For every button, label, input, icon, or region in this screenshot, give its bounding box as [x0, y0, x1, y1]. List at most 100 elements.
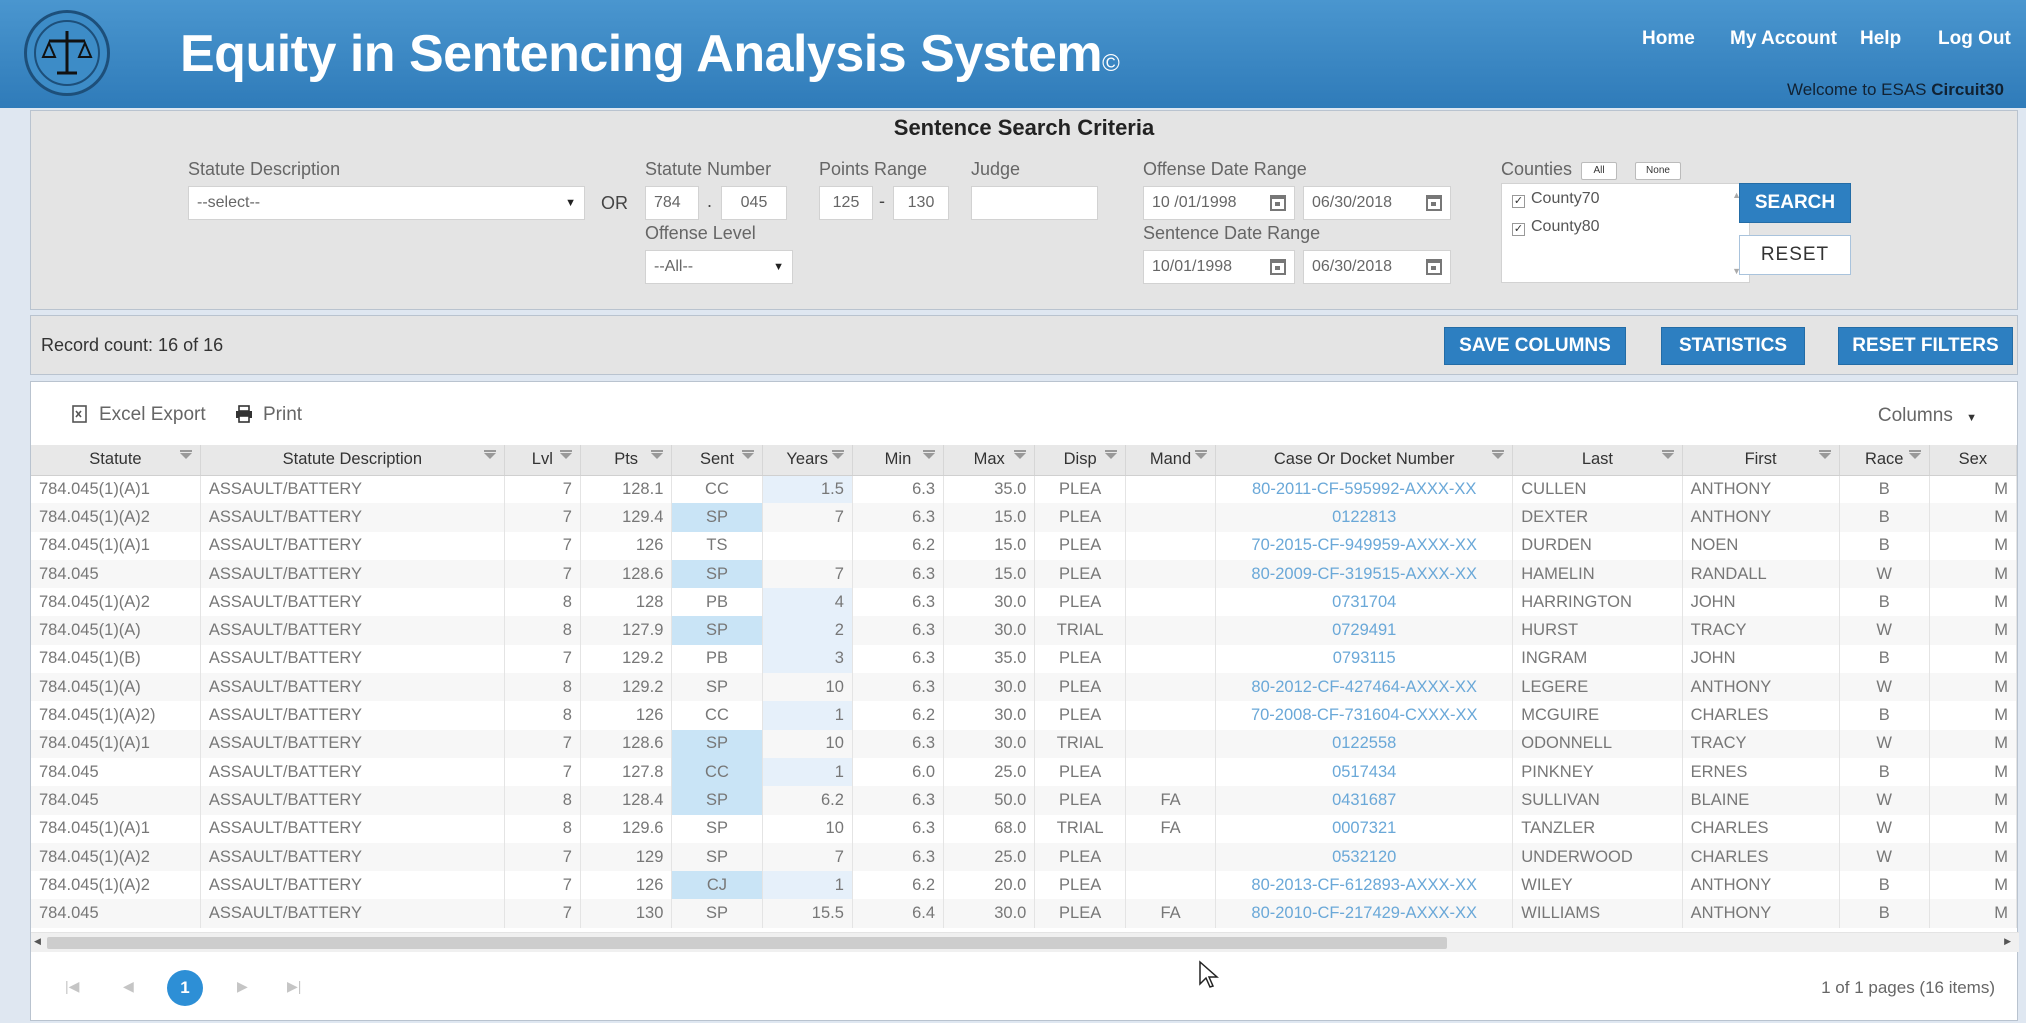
nav-my-account-link[interactable]: My Account [1730, 28, 1837, 50]
offense-date-to-input[interactable]: 06/30/2018 [1303, 186, 1451, 220]
cell-case-docket-number[interactable]: 0122813 [1215, 503, 1514, 532]
statistics-button[interactable]: STATISTICS [1661, 327, 1805, 365]
nav-log-out-link[interactable]: Log Out [1938, 28, 2011, 50]
statute-description-select[interactable]: --select-- ▼ [188, 186, 585, 220]
counties-all-button[interactable]: All [1581, 162, 1617, 180]
scroll-left-icon[interactable]: ◀ [34, 936, 41, 947]
table-row[interactable]: 784.045(1)(A)1 ASSAULT/BATTERY 8 129.6 SP 10 6… [31, 814, 2018, 843]
filter-icon[interactable] [651, 450, 664, 459]
filter-icon[interactable] [1195, 450, 1208, 459]
filter-icon[interactable] [1908, 450, 1921, 459]
counties-list[interactable]: ✓ County70 ✓ County80 ▲ ▼ [1501, 183, 1750, 283]
cell-case-docket-number[interactable]: 80-2010-CF-217429-AXXX-XX [1215, 899, 1514, 928]
cell-case-docket-number[interactable]: 0517434 [1215, 757, 1514, 787]
first-page-icon[interactable]: |◀ [65, 978, 79, 995]
column-header-first-name[interactable]: First [1682, 445, 1840, 476]
filter-icon[interactable] [1104, 450, 1117, 459]
column-header-pts[interactable]: Pts [580, 445, 673, 476]
table-row[interactable]: 784.045(1)(A)1 ASSAULT/BATTERY 7 128.6 SP 10 6… [31, 729, 2018, 758]
page-number-current[interactable]: 1 [167, 970, 203, 1006]
prev-page-icon[interactable]: ◀ [123, 978, 134, 995]
statute-number-section-input[interactable]: 045 [721, 186, 787, 220]
calendar-icon[interactable] [1270, 259, 1286, 275]
reset-filters-button[interactable]: RESET FILTERS [1838, 327, 2013, 365]
column-header-max[interactable]: Max [943, 445, 1036, 476]
offense-date-from-input[interactable]: 10 /01/1998 [1143, 186, 1295, 220]
column-header-years[interactable]: Years [762, 445, 853, 476]
county-option[interactable]: ✓ County70 [1512, 190, 1600, 208]
table-row[interactable]: 784.045(1)(A)2 ASSAULT/BATTERY 8 128 PB 4 6.3 3… [31, 588, 2018, 617]
table-row[interactable]: 784.045(1)(A)1 ASSAULT/BATTERY 7 128.1 CC 1.5… [31, 475, 2018, 504]
table-row[interactable]: 784.045 ASSAULT/BATTERY 8 128.4 SP 6.2 6.3 50.0… [31, 786, 2018, 815]
judge-input[interactable] [971, 186, 1098, 220]
cell-case-docket-number[interactable]: 80-2009-CF-319515-AXXX-XX [1215, 559, 1514, 589]
cell-case-docket-number[interactable]: 0431687 [1215, 786, 1514, 815]
nav-help-link[interactable]: Help [1860, 28, 1901, 50]
nav-home-link[interactable]: Home [1642, 28, 1695, 50]
calendar-icon[interactable] [1426, 195, 1442, 211]
filter-icon[interactable] [483, 450, 496, 459]
cell-case-docket-number[interactable]: 80-2012-CF-427464-AXXX-XX [1215, 673, 1514, 702]
column-header-sex[interactable]: Sex [1929, 445, 2018, 476]
checkbox-checked-icon[interactable]: ✓ [1512, 223, 1525, 236]
sentence-date-from-input[interactable]: 10/01/1998 [1143, 250, 1295, 284]
filter-icon[interactable] [831, 450, 844, 459]
filter-icon[interactable] [1492, 450, 1505, 459]
points-to-input[interactable]: 130 [893, 186, 949, 220]
table-row[interactable]: 784.045(1)(A)2 ASSAULT/BATTERY 7 129.4 SP 7 6.… [31, 503, 2018, 532]
table-row[interactable]: 784.045(1)(A) ASSAULT/BATTERY 8 127.9 SP 2 6.3… [31, 616, 2018, 645]
table-row[interactable]: 784.045(1)(A) ASSAULT/BATTERY 8 129.2 SP 10 6.… [31, 673, 2018, 702]
column-header-statute-description[interactable]: Statute Description [200, 445, 505, 476]
cell-case-docket-number[interactable]: 0729491 [1215, 616, 1514, 645]
county-option[interactable]: ✓ County80 [1512, 218, 1600, 236]
filter-icon[interactable] [179, 450, 192, 459]
filter-icon[interactable] [923, 450, 936, 459]
save-columns-button[interactable]: SAVE COLUMNS [1444, 327, 1626, 365]
column-header-min[interactable]: Min [852, 445, 945, 476]
column-header-disp[interactable]: Disp [1034, 445, 1126, 476]
reset-button[interactable]: RESET [1739, 235, 1851, 275]
search-button[interactable]: SEARCH [1739, 183, 1851, 223]
filter-icon[interactable] [1014, 450, 1027, 459]
column-header-sent[interactable]: Sent [671, 445, 763, 476]
cell-case-docket-number[interactable]: 70-2015-CF-949959-AXXX-XX [1215, 531, 1514, 560]
cell-case-docket-number[interactable]: 70-2008-CF-731604-CXXX-XX [1215, 701, 1514, 730]
table-row[interactable]: 784.045 ASSAULT/BATTERY 7 130 SP 15.5 6.4 30.0 P… [31, 899, 2018, 928]
columns-menu-button[interactable]: Columns ▼ [1878, 405, 1977, 427]
table-row[interactable]: 784.045 ASSAULT/BATTERY 7 128.6 SP 7 6.3 15.0 PL… [31, 559, 2018, 589]
table-row[interactable]: 784.045(1)(A)2 ASSAULT/BATTERY 7 129 SP 7 6.3 2… [31, 842, 2018, 872]
column-header-mand[interactable]: Mand [1125, 445, 1217, 476]
column-header-last-name[interactable]: Last [1512, 445, 1683, 476]
last-page-icon[interactable]: ▶| [287, 978, 301, 995]
next-page-icon[interactable]: ▶ [237, 978, 248, 995]
filter-icon[interactable] [1661, 450, 1674, 459]
statute-number-chapter-input[interactable]: 784 [645, 186, 699, 220]
cell-case-docket-number[interactable]: 0532120 [1215, 842, 1514, 872]
offense-level-select[interactable]: --All-- ▼ [645, 250, 793, 284]
horizontal-scrollbar[interactable]: ◀ ▶ [31, 932, 2019, 952]
column-header-statute[interactable]: Statute [31, 445, 201, 476]
calendar-icon[interactable] [1426, 259, 1442, 275]
column-header-case-docket-number[interactable]: Case Or Docket Number [1215, 445, 1514, 476]
cell-case-docket-number[interactable]: 0007321 [1215, 814, 1514, 843]
column-header-race[interactable]: Race [1839, 445, 1930, 476]
column-header-lvl[interactable]: Lvl [504, 445, 581, 476]
filter-icon[interactable] [741, 450, 754, 459]
scroll-right-icon[interactable]: ▶ [2004, 936, 2011, 947]
cell-case-docket-number[interactable]: 0731704 [1215, 588, 1514, 617]
points-from-input[interactable]: 125 [819, 186, 873, 220]
table-row[interactable]: 784.045(1)(B) ASSAULT/BATTERY 7 129.2 PB 3 6.3… [31, 644, 2018, 674]
counties-none-button[interactable]: None [1635, 162, 1681, 180]
excel-export-button[interactable]: Excel Export [71, 404, 206, 426]
cell-case-docket-number[interactable]: 0122558 [1215, 729, 1514, 758]
table-row[interactable]: 784.045(1)(A)2 ASSAULT/BATTERY 7 126 CJ 1 6.2 2… [31, 871, 2018, 900]
cell-case-docket-number[interactable]: 80-2011-CF-595992-AXXX-XX [1215, 475, 1514, 504]
sentence-date-to-input[interactable]: 06/30/2018 [1303, 250, 1451, 284]
scrollbar-thumb[interactable] [47, 937, 1447, 949]
table-row[interactable]: 784.045(1)(A)1 ASSAULT/BATTERY 7 126 TS 6.2 15… [31, 531, 2018, 560]
filter-icon[interactable] [559, 450, 572, 459]
table-row[interactable]: 784.045(1)(A)2) ASSAULT/BATTERY 8 126 CC 1 6.2… [31, 701, 2018, 730]
filter-icon[interactable] [1818, 450, 1831, 459]
checkbox-checked-icon[interactable]: ✓ [1512, 195, 1525, 208]
cell-case-docket-number[interactable]: 0793115 [1215, 644, 1514, 674]
